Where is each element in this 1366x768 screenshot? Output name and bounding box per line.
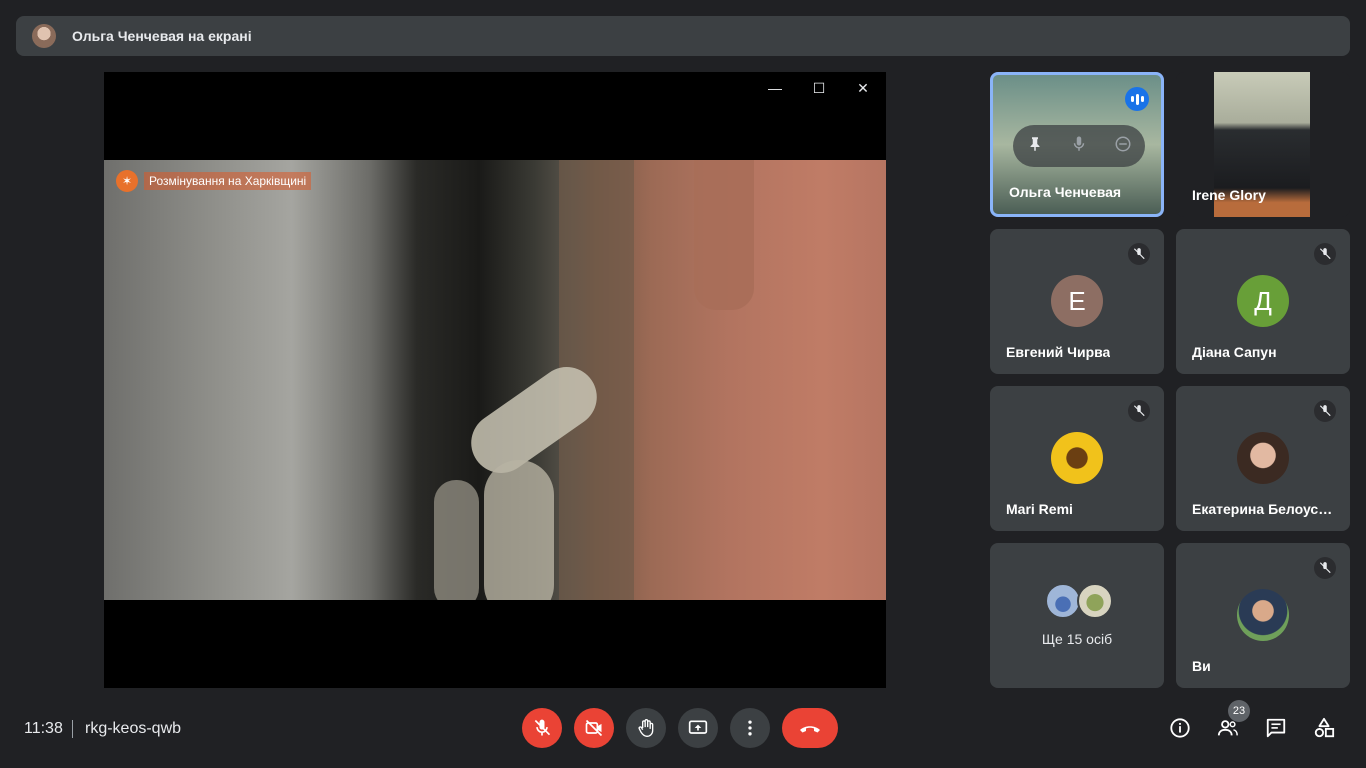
mic-off-icon [1314, 557, 1336, 579]
present-screen-icon [688, 720, 708, 734]
mic-off-icon [534, 719, 551, 736]
participant-count-badge: 23 [1228, 700, 1250, 722]
tile-hover-controls [1013, 125, 1145, 167]
avatar [1077, 583, 1113, 619]
activities-button[interactable] [1312, 716, 1336, 740]
speaking-indicator-icon [1125, 87, 1149, 111]
info-icon [1170, 718, 1190, 738]
participant-tile[interactable]: Ольга Ченчевая [990, 72, 1164, 217]
mic-off-icon [1314, 400, 1336, 422]
more-participants-label: Ще 15 осіб [1041, 631, 1113, 647]
avatar: Е [1051, 275, 1103, 327]
participant-name: Діана Сапун [1192, 344, 1277, 360]
avatar [1237, 589, 1289, 641]
participant-tile[interactable]: Д Діана Сапун [1176, 229, 1350, 374]
camera-off-icon [585, 719, 603, 737]
avatar [1051, 432, 1103, 484]
more-vert-icon [748, 720, 752, 736]
microphone-icon[interactable] [1070, 135, 1088, 158]
hand-icon [638, 719, 654, 738]
video-watermark: ✶ Розмінування на Харківщині [116, 170, 312, 192]
mic-off-icon [1314, 243, 1336, 265]
bottom-toolbar: 11:38 rkg-keos-qwb 23 [0, 700, 1366, 752]
activities-icon [1314, 717, 1335, 738]
participant-name: Екатерина Белоусова [1192, 501, 1337, 517]
shared-video-frame: ✶ Розмінування на Харківщині [104, 160, 886, 600]
emergency-service-emblem-icon: ✶ [116, 170, 138, 192]
window-controls: — ☐ ✕ [766, 80, 872, 97]
end-call-icon [800, 726, 820, 733]
meeting-code: rkg-keos-qwb [85, 720, 182, 737]
video-caption: Розмінування на Харківщині [144, 172, 312, 190]
mic-toggle-button[interactable] [522, 708, 562, 748]
more-options-button[interactable] [730, 708, 770, 748]
maximize-icon: ☐ [812, 80, 826, 96]
meeting-details-button[interactable] [1168, 716, 1192, 740]
chat-button[interactable] [1264, 716, 1288, 740]
avatar [1237, 432, 1289, 484]
participant-name: Irene Glory [1192, 187, 1266, 203]
clock: 11:38 [24, 720, 63, 737]
participant-tile[interactable]: Екатерина Белоусова [1176, 386, 1350, 531]
divider [72, 720, 73, 738]
participant-tile[interactable]: Irene Glory [1176, 72, 1350, 217]
participant-name: Ви [1192, 658, 1211, 674]
pin-icon[interactable] [1026, 135, 1044, 158]
more-participants-tile[interactable]: Ще 15 осіб [990, 543, 1164, 688]
minimize-icon: — [768, 80, 782, 96]
self-tile[interactable]: Ви [1176, 543, 1350, 688]
avatar [1045, 583, 1081, 619]
video-object [434, 480, 479, 600]
mic-off-icon [1128, 243, 1150, 265]
shared-screen[interactable]: — ☐ ✕ ✶ Розмінування на Харківщині [104, 72, 886, 688]
presenter-avatar [32, 24, 56, 48]
remove-icon[interactable] [1114, 135, 1132, 158]
participant-name: Евгений Чирва [1006, 344, 1111, 360]
avatar-stack [1045, 583, 1115, 619]
participant-name: Mari Remi [1006, 501, 1073, 517]
close-icon: ✕ [857, 80, 869, 96]
mic-off-icon [1128, 400, 1150, 422]
presenting-bar[interactable]: Ольга Ченчевая на екрані [16, 16, 1350, 56]
camera-toggle-button[interactable] [574, 708, 614, 748]
chat-icon [1266, 718, 1286, 738]
video-object [484, 460, 554, 600]
raise-hand-button[interactable] [626, 708, 666, 748]
leave-call-button[interactable] [782, 708, 838, 748]
participant-tile[interactable]: Mari Remi [990, 386, 1164, 531]
participant-name: Ольга Ченчевая [1009, 184, 1122, 200]
avatar: Д [1237, 275, 1289, 327]
present-screen-button[interactable] [678, 708, 718, 748]
participant-tile[interactable]: Е Евгений Чирва [990, 229, 1164, 374]
video-object [694, 160, 754, 310]
presenting-label: Ольга Ченчевая на екрані [72, 28, 252, 44]
